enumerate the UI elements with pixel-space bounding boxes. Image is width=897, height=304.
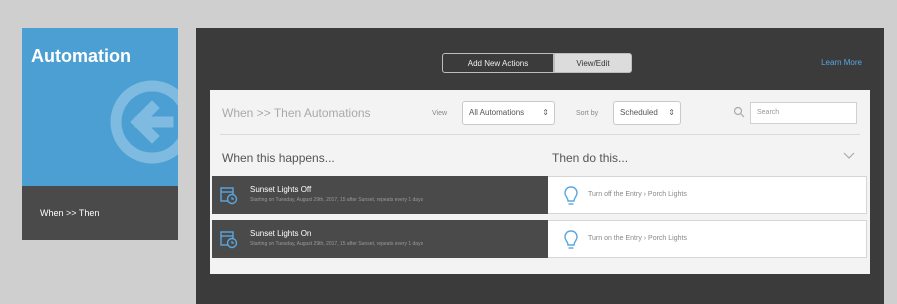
automation-tile[interactable]: Automation When >> Then: [22, 28, 178, 240]
arrow-left-circle-icon: [110, 80, 178, 164]
tab-view-edit[interactable]: View/Edit: [554, 53, 632, 73]
automation-title: Sunset Lights On: [250, 229, 312, 238]
select-arrows-icon: ⇕: [542, 108, 549, 117]
action-cell[interactable]: Turn off the Entry › Porch Lights: [548, 176, 867, 214]
tile-title: Automation: [31, 46, 131, 66]
automation-description: Starting on Tuesday, August 29th, 2017, …: [250, 197, 424, 203]
then-column-header: Then do this...: [552, 151, 629, 165]
card-toolbar: When >> Then Automations View All Automa…: [210, 90, 870, 132]
learn-more-link[interactable]: Learn More: [821, 58, 862, 67]
action-text: Turn off the Entry › Porch Lights: [588, 191, 687, 198]
lightbulb-icon: [564, 230, 578, 249]
automation-panel: Add New Actions View/Edit Learn More Whe…: [196, 28, 884, 304]
action-text: Turn on the Entry › Porch Lights: [588, 235, 687, 242]
mode-tabs: Add New Actions View/Edit: [442, 53, 632, 73]
chevron-down-icon[interactable]: [843, 151, 855, 161]
calendar-clock-icon: [220, 187, 238, 205]
search-icon: [733, 106, 745, 118]
automation-row[interactable]: Sunset Lights Off Starting on Tuesday, A…: [212, 176, 867, 214]
view-select-value: All Automations: [469, 108, 525, 117]
automations-card: When >> Then Automations View All Automa…: [210, 90, 870, 274]
trigger-cell[interactable]: Sunset Lights On Starting on Tuesday, Au…: [212, 220, 548, 258]
automation-description: Starting on Tuesday, August 29th, 2017, …: [250, 241, 424, 247]
automation-title: Sunset Lights Off: [250, 185, 312, 194]
trigger-cell[interactable]: Sunset Lights Off Starting on Tuesday, A…: [212, 176, 548, 214]
tile-header: Automation: [22, 28, 178, 186]
sort-label: Sort by: [576, 110, 599, 117]
lightbulb-icon: [564, 186, 578, 205]
action-cell[interactable]: Turn on the Entry › Porch Lights: [548, 220, 867, 258]
select-arrows-icon: ⇕: [668, 108, 675, 117]
view-select[interactable]: All Automations ⇕: [462, 101, 555, 125]
calendar-clock-icon: [220, 231, 238, 249]
card-title: When >> Then Automations: [222, 106, 371, 120]
when-column-header: When this happens...: [222, 151, 335, 165]
divider: [220, 134, 860, 135]
tab-add-new-actions[interactable]: Add New Actions: [442, 53, 554, 73]
view-label: View: [432, 110, 448, 117]
tile-footer: When >> Then: [22, 186, 178, 240]
search-input[interactable]: Search: [750, 102, 857, 124]
automation-row[interactable]: Sunset Lights On Starting on Tuesday, Au…: [212, 220, 867, 258]
tile-subtitle: When >> Then: [40, 208, 100, 218]
sort-select[interactable]: Scheduled ⇕: [613, 101, 681, 125]
sort-select-value: Scheduled: [620, 108, 658, 117]
